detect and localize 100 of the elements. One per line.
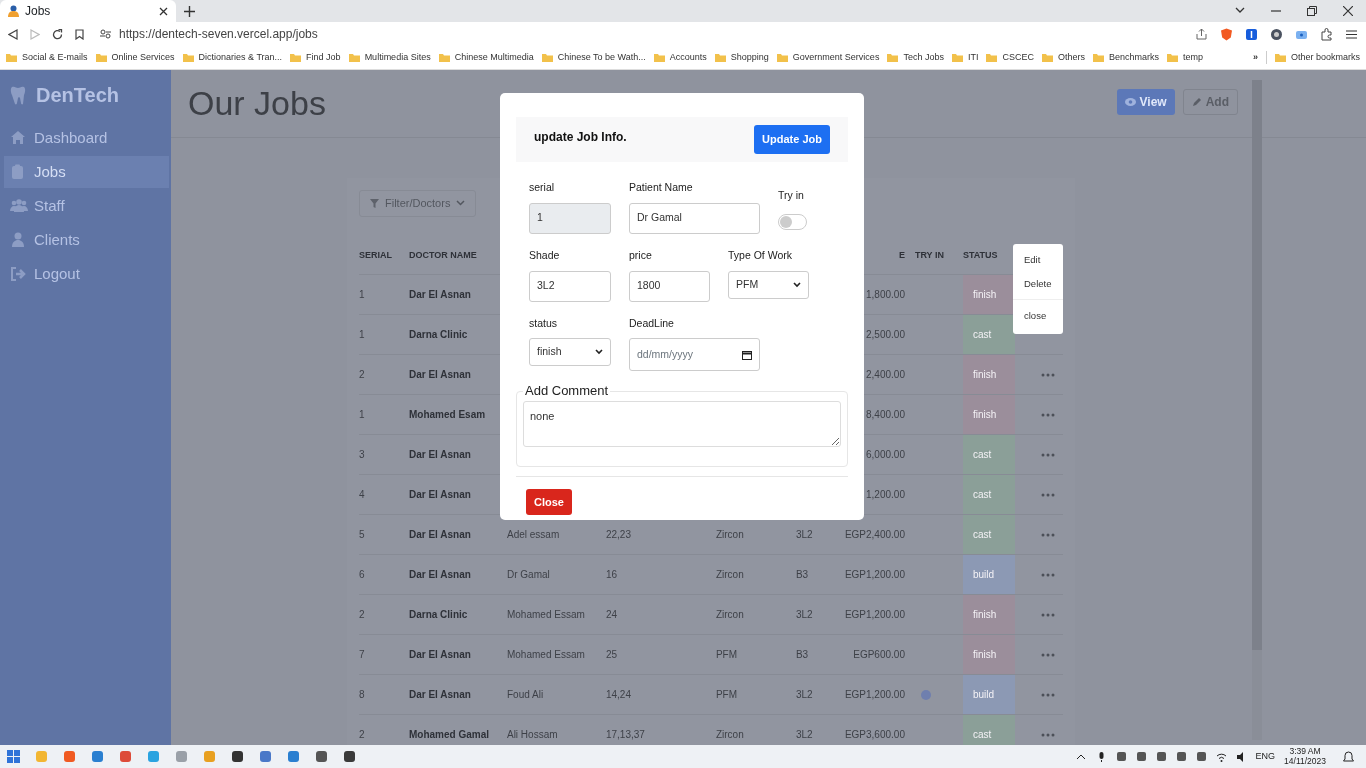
new-tab-icon[interactable]	[184, 5, 195, 17]
input-field[interactable]: Dr Gamal	[629, 202, 760, 234]
table-cell: Dar El Asnan	[409, 689, 471, 700]
bookmark[interactable]: temp	[1167, 50, 1203, 65]
app-icon[interactable]	[1115, 750, 1127, 763]
column-header: TRY IN	[914, 249, 944, 260]
table-cell: 4	[359, 489, 365, 500]
bookmark[interactable]: ITI	[951, 50, 979, 65]
language-indicator[interactable]: ENG	[1255, 749, 1276, 764]
site-settings-icon[interactable]	[100, 29, 111, 39]
field-label: Shade	[529, 247, 561, 263]
view-button[interactable]: View	[1116, 88, 1175, 115]
table-cell: 3L2	[795, 529, 813, 540]
folder-icon	[1041, 53, 1053, 62]
more-icon[interactable]	[1041, 412, 1055, 417]
record-icon[interactable]	[1270, 27, 1283, 41]
date-field[interactable]: dd/mm/yyyy	[629, 338, 760, 372]
modal-title: update Job Info.	[534, 128, 627, 146]
folder-icon	[714, 53, 726, 62]
field-label: Type Of Work	[728, 247, 793, 263]
bookmark[interactable]: Shopping	[714, 50, 769, 65]
bell-icon[interactable]	[1343, 750, 1354, 763]
address-bar-url[interactable]: https://dentech-seven.vercel.app/jobs	[119, 25, 318, 43]
table-cell: EGP1,200.00	[844, 689, 905, 700]
bookmark[interactable]: Government Services	[776, 50, 880, 65]
input-field[interactable]: 3L2	[529, 270, 611, 302]
menu-item[interactable]: Edit	[1013, 250, 1063, 275]
reload-icon[interactable]	[52, 28, 63, 40]
filter-icon	[370, 198, 379, 208]
table-cell: Zircon	[715, 529, 744, 540]
start-icon[interactable]	[7, 750, 20, 763]
menu-item[interactable]: Delete	[1013, 274, 1063, 299]
table-cell: 2,500.00	[866, 329, 905, 340]
more-icon[interactable]	[1041, 732, 1055, 737]
bookmark[interactable]: Benchmarks	[1092, 50, 1159, 65]
puzzle-icon[interactable]	[1320, 27, 1333, 41]
app-icon[interactable]	[1195, 750, 1207, 763]
app-icon[interactable]	[231, 750, 244, 763]
app-icon[interactable]	[1155, 750, 1167, 763]
bookmark[interactable]: Multimedia Sites	[348, 50, 431, 65]
menu-icon[interactable]	[1345, 27, 1358, 41]
table-cell: Mohamed Esam	[409, 409, 486, 420]
close-button[interactable]: Close	[526, 488, 572, 516]
select-field[interactable]: finish	[529, 338, 611, 367]
back-icon[interactable]	[8, 28, 18, 40]
folder-icon	[1167, 53, 1178, 62]
app-icon[interactable]	[343, 750, 356, 763]
bookmark[interactable]: Chinese To be Wath...	[541, 50, 646, 65]
bookmark[interactable]: Social & E-mails	[6, 50, 88, 65]
update-button[interactable]: Update Job	[754, 125, 830, 154]
table-cell: 2	[359, 609, 365, 620]
app-icon[interactable]	[315, 750, 328, 763]
menu-item[interactable]: close	[1013, 298, 1063, 330]
brand-name: DenTech	[36, 83, 119, 108]
more-icon[interactable]	[1041, 492, 1055, 497]
app-icon[interactable]	[1175, 750, 1187, 763]
bookmark[interactable]: Others	[1041, 50, 1085, 65]
table-cell: B3	[795, 569, 809, 580]
bookmark[interactable]: Other bookmarks	[1265, 50, 1360, 65]
more-icon[interactable]	[1041, 652, 1055, 657]
more-icon[interactable]	[1041, 572, 1055, 577]
chevron-down-icon	[456, 200, 466, 207]
table-cell: Darna Clinic	[409, 609, 468, 620]
more-icon[interactable]	[1041, 372, 1055, 377]
bookmark-icon[interactable]	[75, 28, 84, 40]
browser-tab[interactable]: Jobs	[0, 0, 176, 22]
table-cell: Dar El Asnan	[409, 649, 471, 660]
folder-icon	[95, 53, 107, 62]
field-label: Try in	[778, 188, 805, 203]
close-icon[interactable]	[1343, 6, 1353, 16]
bookmark[interactable]: Chinese Multimedia	[438, 50, 534, 65]
more-bookmarks-button[interactable]: »	[1252, 50, 1258, 65]
status-label: finish	[972, 409, 997, 420]
app-icon[interactable]	[1135, 750, 1147, 763]
restore-icon[interactable]	[1307, 6, 1317, 16]
close-icon[interactable]	[159, 6, 168, 16]
field-label: serial	[529, 180, 556, 195]
table-cell: Zircon	[715, 569, 744, 580]
more-icon[interactable]	[1041, 532, 1055, 537]
bookmark[interactable]: Accounts	[653, 50, 707, 65]
table-cell: 2,400.00	[866, 369, 905, 380]
table-cell: Mohamed Essam	[506, 609, 585, 620]
table-cell: EGP1,200.00	[844, 609, 905, 620]
share-icon[interactable]	[1195, 27, 1208, 41]
input-field[interactable]: 1800	[629, 270, 710, 302]
pencil-icon	[1191, 96, 1202, 107]
bookmark[interactable]: Find Job	[290, 50, 341, 65]
folder-icon	[776, 53, 788, 62]
bookmark[interactable]: CSCEC	[986, 50, 1034, 65]
select-field[interactable]: PFM	[728, 270, 809, 299]
bookmark[interactable]: Online Services	[95, 50, 175, 65]
chevron-down-icon	[793, 281, 801, 288]
more-icon[interactable]	[1041, 612, 1055, 617]
more-icon[interactable]	[1041, 692, 1055, 697]
bookmark[interactable]: Dictionaries & Tran...	[182, 50, 283, 65]
bookmark[interactable]: Tech Jobs	[887, 50, 944, 65]
clock[interactable]: 3:39 AM 14/11/2023	[1284, 747, 1326, 766]
status-label: finish	[972, 649, 997, 660]
comment-field[interactable]: none	[523, 400, 841, 447]
more-icon[interactable]	[1041, 452, 1055, 457]
